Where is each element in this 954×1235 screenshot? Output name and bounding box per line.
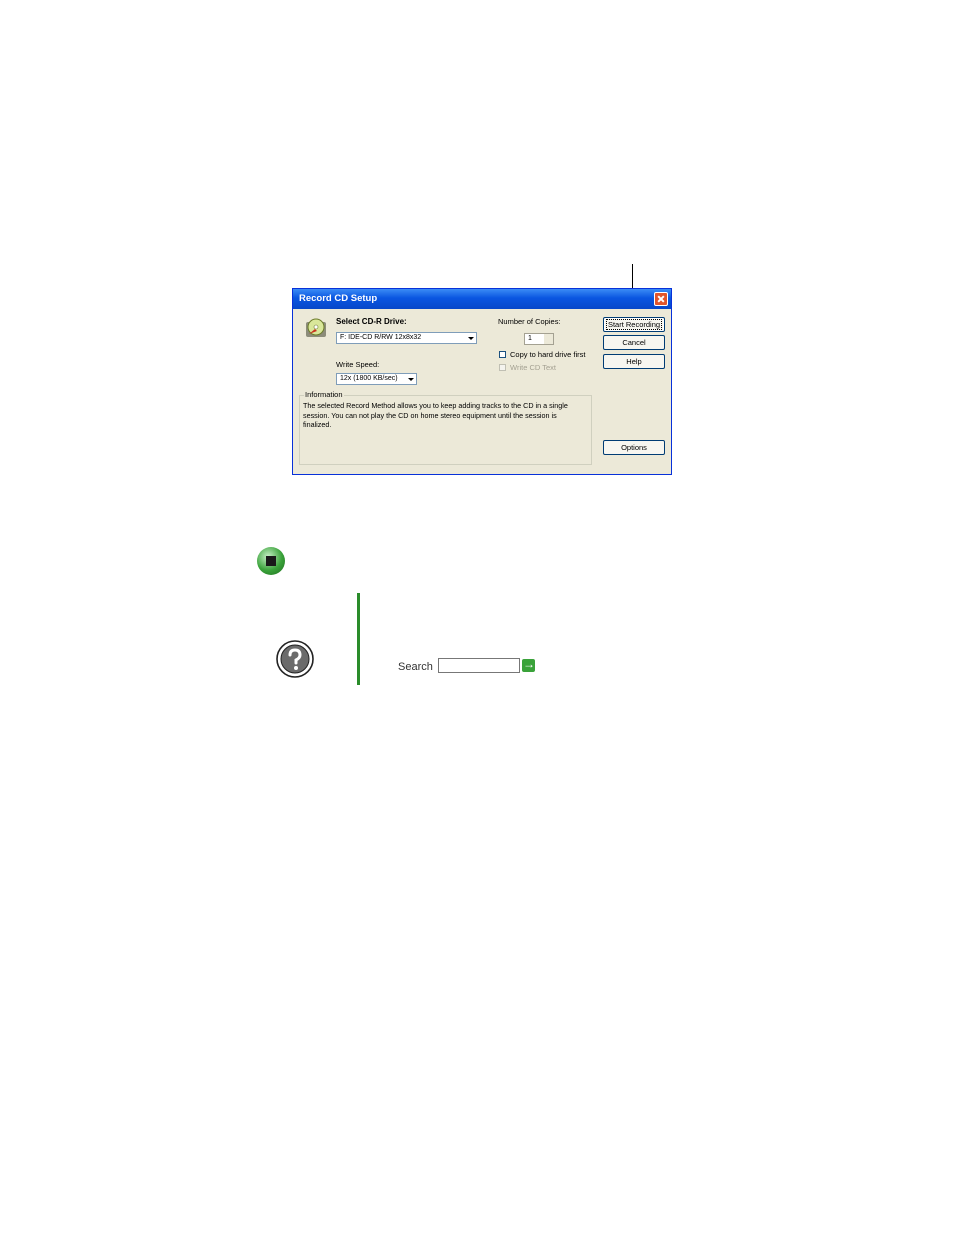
start-recording-label: Start Recording bbox=[605, 319, 663, 330]
search-label: Search bbox=[398, 661, 433, 673]
go-arrow-icon[interactable] bbox=[522, 657, 535, 672]
select-drive-label: Select CD-R Drive: bbox=[336, 317, 407, 326]
copy-to-hd-label: Copy to hard drive first bbox=[510, 350, 586, 359]
end-of-section-icon bbox=[257, 547, 285, 575]
close-icon[interactable] bbox=[654, 292, 668, 306]
write-speed-value: 12x (1800 KB/sec) bbox=[340, 375, 398, 382]
drive-value: F: IDE-CD R/RW 12x8x32 bbox=[340, 334, 422, 341]
title-bar[interactable]: Record CD Setup bbox=[293, 289, 671, 309]
copies-value: 1 bbox=[528, 335, 532, 342]
help-button[interactable]: Help bbox=[603, 354, 665, 369]
record-cd-setup-dialog: Record CD Setup Select CD-R Drive: F: ID… bbox=[292, 288, 672, 475]
write-speed-label: Write Speed: bbox=[336, 360, 380, 369]
copies-stepper[interactable]: 1 bbox=[524, 333, 554, 345]
copies-label: Number of Copies: bbox=[498, 317, 561, 326]
drive-select[interactable]: F: IDE-CD R/RW 12x8x32 bbox=[336, 332, 477, 344]
information-text: The selected Record Method allows you to… bbox=[303, 401, 568, 429]
write-speed-select[interactable]: 12x (1800 KB/sec) bbox=[336, 373, 417, 385]
copy-to-hd-checkbox[interactable] bbox=[499, 351, 506, 358]
information-group: Information The selected Record Method a… bbox=[299, 390, 592, 465]
help-box-divider bbox=[357, 593, 360, 685]
search-input[interactable] bbox=[438, 658, 520, 673]
cancel-button[interactable]: Cancel bbox=[603, 335, 665, 350]
write-cd-text-checkbox[interactable] bbox=[499, 364, 506, 371]
spin-down-icon[interactable] bbox=[544, 339, 553, 344]
cd-burner-icon bbox=[306, 318, 326, 337]
dialog-title: Record CD Setup bbox=[299, 293, 378, 304]
chevron-down-icon[interactable] bbox=[406, 374, 416, 384]
help-icon bbox=[276, 640, 314, 678]
start-recording-button[interactable]: Start Recording bbox=[603, 317, 665, 332]
information-legend: Information bbox=[304, 390, 344, 399]
chevron-down-icon[interactable] bbox=[466, 333, 476, 343]
write-cd-text-label: Write CD Text bbox=[510, 363, 556, 372]
options-button[interactable]: Options bbox=[603, 440, 665, 455]
